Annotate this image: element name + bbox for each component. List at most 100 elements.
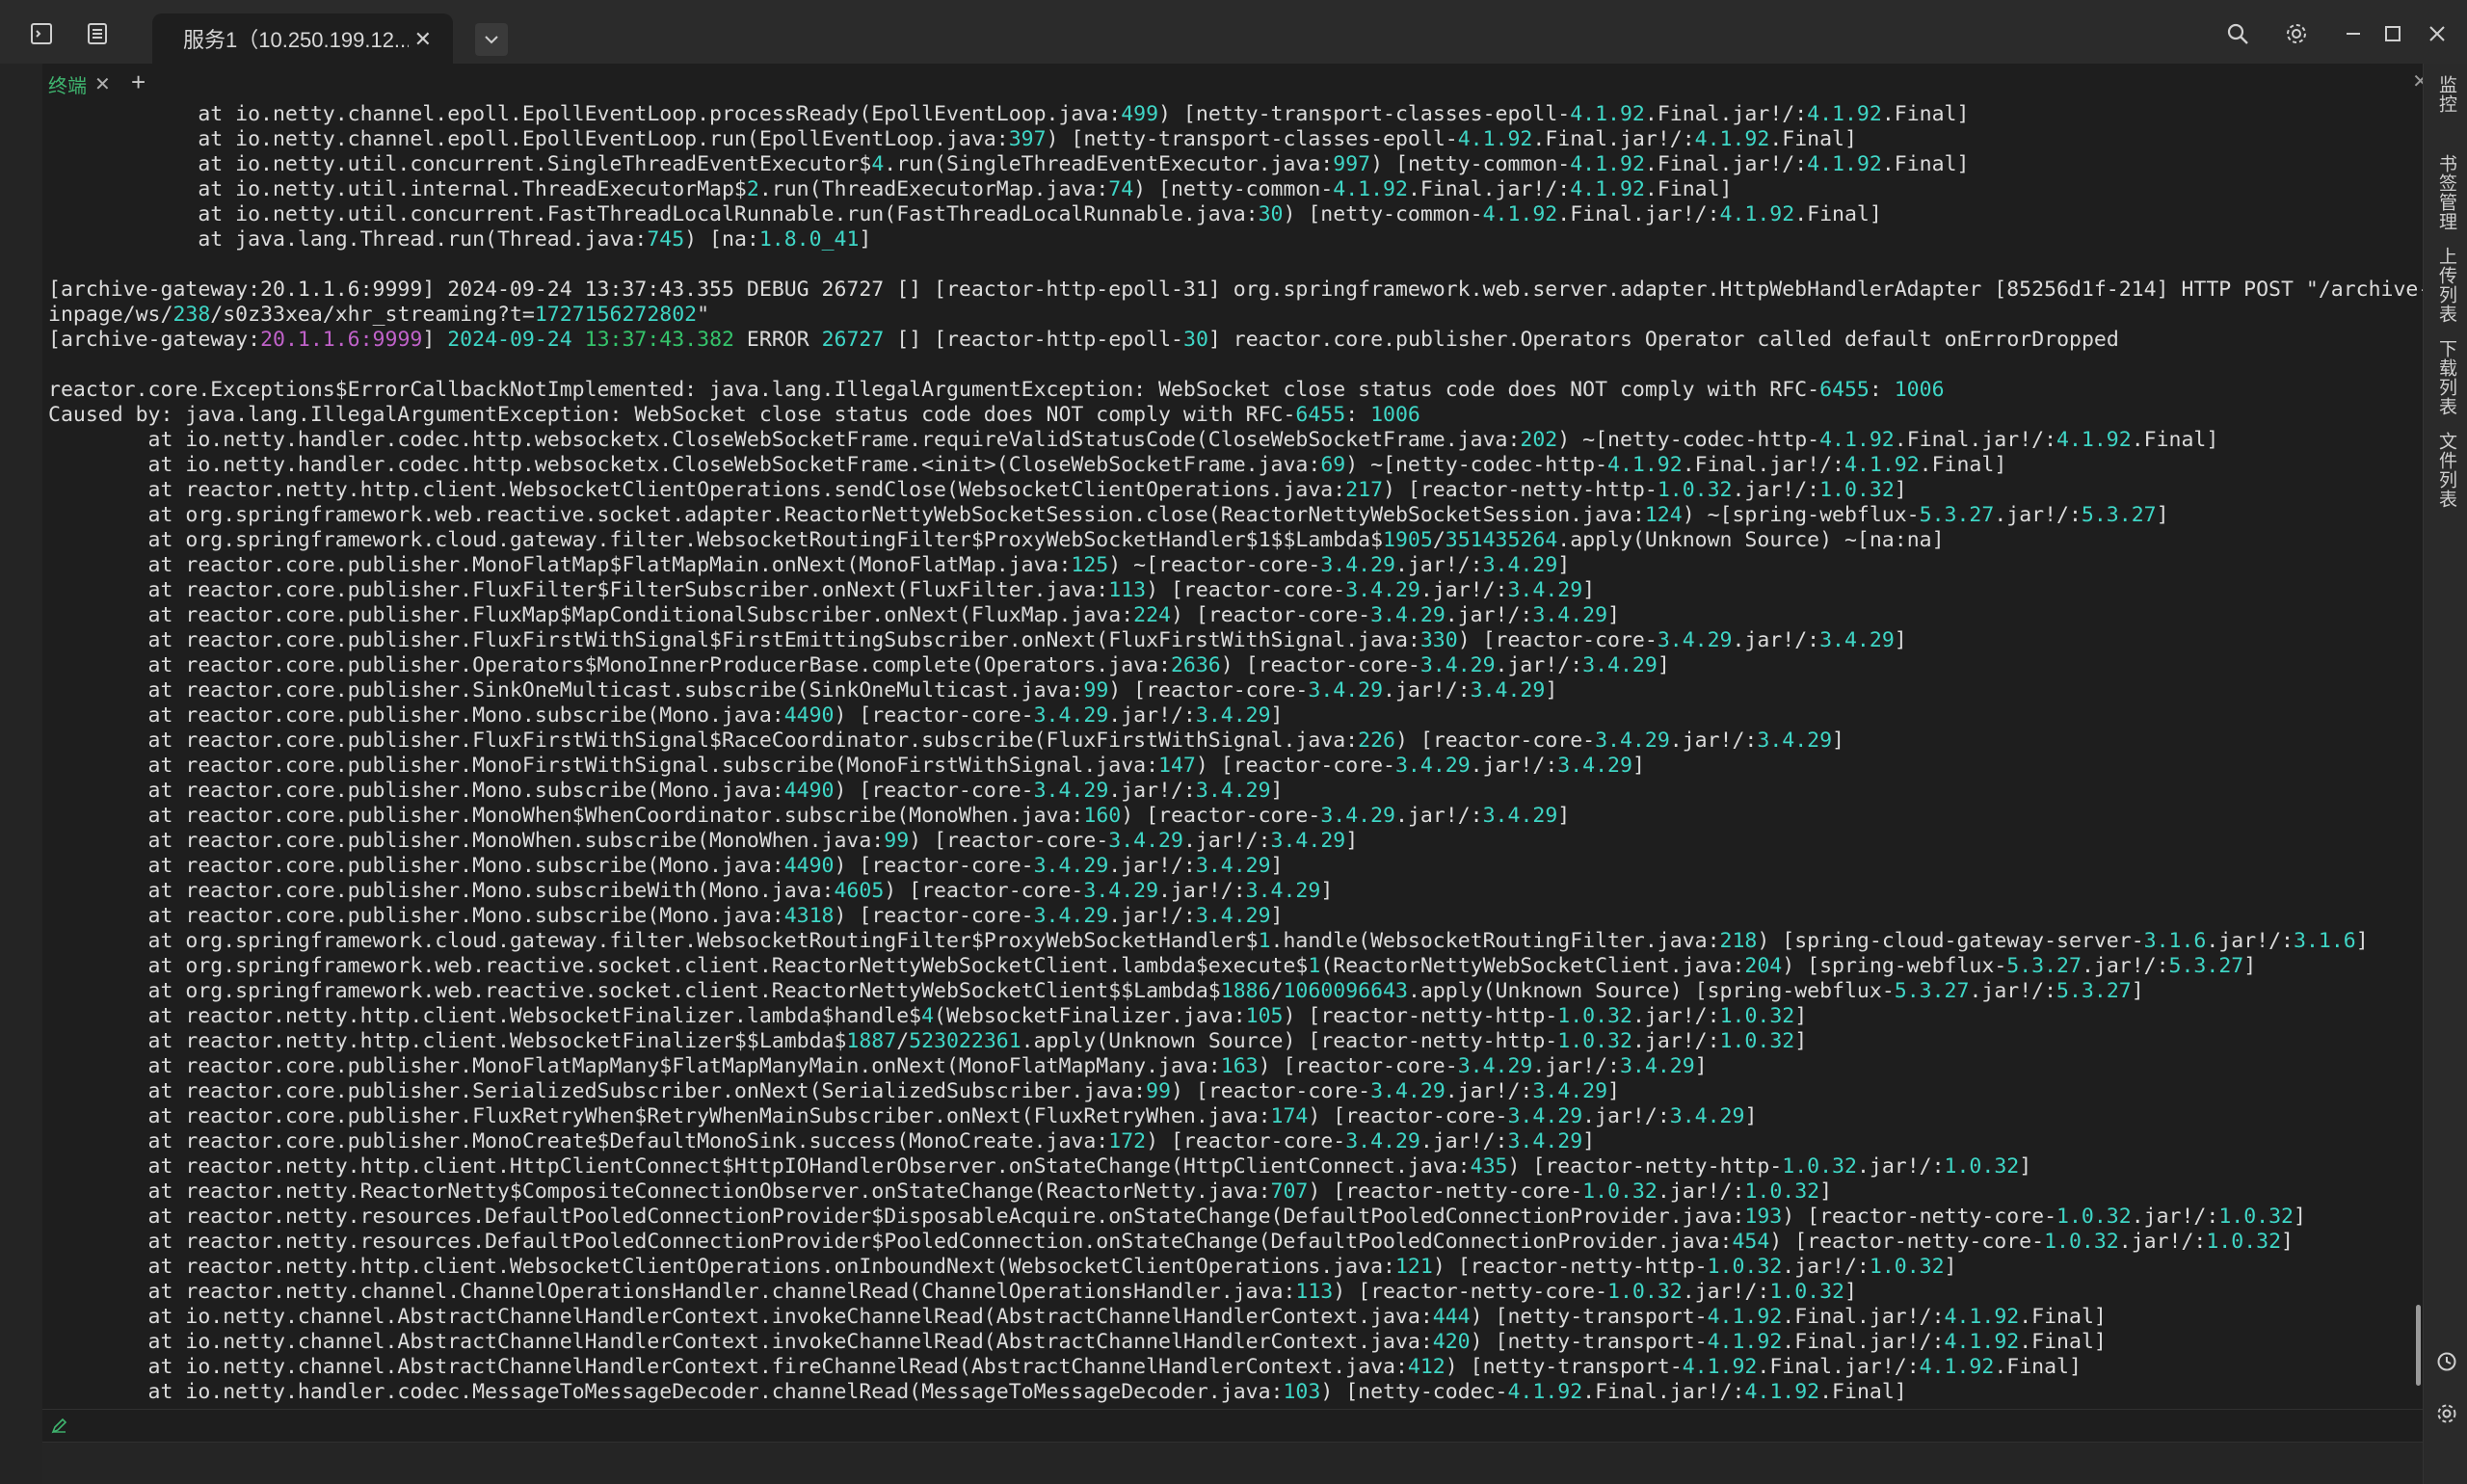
terminal-text: 1.0.32: [1707, 1255, 1783, 1279]
terminal-text: at org.springframework.cloud.gateway.fil…: [48, 528, 1384, 552]
terminal-text: at reactor.core.publisher.Mono.subscribe…: [48, 854, 784, 878]
terminal-text: at io.netty.handler.codec.http.websocket…: [48, 453, 1321, 477]
terminal-line: at reactor.core.publisher.SerializedSubs…: [42, 1079, 2423, 1104]
terminal-text: /: [1270, 979, 1284, 1003]
terminal-text: reactor.core.Exceptions$ErrorCallbackNot…: [48, 378, 1820, 402]
terminal-text: 1905: [1383, 528, 1433, 552]
command-input-line[interactable]: [42, 1409, 2423, 1442]
terminal-text: at reactor.core.publisher.MonoWhen$WhenC…: [48, 804, 1084, 828]
terminal-line: at reactor.core.publisher.Mono.subscribe…: [42, 854, 2423, 879]
terminal-text: ]: [1270, 904, 1284, 928]
session-tab-close-button[interactable]: ✕: [414, 27, 432, 52]
terminal-text: 3.4.29: [1345, 1129, 1420, 1153]
terminal-text: at io.netty.handler.codec.http.websocket…: [48, 428, 1521, 452]
add-tab-button[interactable]: +: [131, 67, 146, 97]
terminal-icon[interactable]: [29, 21, 54, 46]
terminal-text: ) [reactor-core-: [834, 703, 1034, 728]
terminal-text: ) ~[netty-codec-http-: [1345, 453, 1608, 477]
terminal-text: 3.4.29: [1245, 879, 1321, 903]
sidebar-item-monitor[interactable]: 监控: [2432, 75, 2459, 114]
terminal-text: :: [1345, 403, 1371, 427]
terminal-line: at reactor.netty.http.client.WebsocketCl…: [42, 1255, 2423, 1280]
terminal-text: 420: [1432, 1330, 1471, 1354]
terminal-text: at reactor.core.publisher.Operators$Mono…: [48, 653, 1171, 677]
terminal-text: .Final]: [1819, 1380, 1907, 1404]
terminal-text: 3.4.29: [1557, 754, 1632, 778]
terminal-output[interactable]: at io.netty.channel.epoll.EpollEventLoop…: [42, 102, 2423, 1409]
terminal-text: :: [1869, 378, 1895, 402]
session-tab[interactable]: 服务1（10.250.199.12... ✕: [152, 13, 453, 64]
terminal-text: ]: [1844, 1280, 1857, 1304]
terminal-text: at reactor.core.publisher.SerializedSubs…: [48, 1079, 1147, 1103]
terminal-text: 3.4.29: [1320, 553, 1395, 577]
terminal-text: 3.4.29: [1195, 779, 1271, 803]
terminal-text: 4.1.92: [1944, 1330, 2020, 1354]
terminal-text: at reactor.core.publisher.FluxRetryWhen$…: [48, 1104, 1271, 1128]
tab-terminal-close-button[interactable]: ✕: [94, 72, 111, 96]
terminal-line: at reactor.netty.channel.ChannelOperatio…: [42, 1280, 2423, 1305]
terminal-text: 3.4.29: [1195, 904, 1271, 928]
tab-terminal[interactable]: 终端 ✕: [48, 69, 111, 98]
sidebar-item-bookmarks[interactable]: 书签管理: [2432, 154, 2459, 231]
close-icon[interactable]: [2421, 17, 2454, 50]
tab-dropdown-button[interactable]: [475, 23, 508, 56]
terminal-text: 4.1.92: [1482, 202, 1558, 226]
terminal-text: at reactor.core.publisher.Mono.subscribe…: [48, 779, 784, 803]
terminal-text: 3.4.29: [1532, 1079, 1608, 1103]
terminal-text: at org.springframework.web.reactive.sock…: [48, 503, 1645, 527]
terminal-text: .jar!/:: [1657, 1179, 1745, 1204]
terminal-text: 5.3.27: [1894, 979, 1970, 1003]
maximize-icon[interactable]: [2376, 17, 2409, 50]
terminal-text: 1.0.32: [1719, 1029, 1795, 1053]
gear-icon[interactable]: [2280, 17, 2313, 50]
terminal-line: at io.netty.channel.AbstractChannelHandl…: [42, 1305, 2423, 1330]
sidebar-toggle-icon[interactable]: [85, 21, 110, 46]
sidebar-item-files[interactable]: 文件列表: [2432, 432, 2459, 509]
terminal-text: .jar!/:: [1856, 1154, 1945, 1179]
settings-icon[interactable]: [2434, 1401, 2459, 1426]
terminal-text: at reactor.netty.http.client.WebsocketFi…: [48, 1029, 847, 1053]
terminal-line: reactor.core.Exceptions$ErrorCallbackNot…: [42, 378, 2423, 403]
search-icon[interactable]: [2221, 17, 2254, 50]
terminal-text: 397: [1008, 127, 1047, 151]
minimize-icon[interactable]: [2337, 17, 2370, 50]
terminal-text: 103: [1283, 1380, 1321, 1404]
terminal-line: at io.netty.handler.codec.http.websocket…: [42, 453, 2423, 478]
terminal-line: at io.netty.util.internal.ThreadExecutor…: [42, 177, 2423, 202]
terminal-line: at io.netty.channel.AbstractChannelHandl…: [42, 1330, 2423, 1355]
terminal-text: .Final]: [2019, 1330, 2107, 1354]
sidebar-item-downloads[interactable]: 下载列表: [2432, 339, 2459, 416]
terminal-text: [archive-gateway:: [48, 328, 261, 352]
terminal-text: 1.0.32: [1944, 1154, 2020, 1179]
terminal-text: at java.lang.Thread.run(Thread.java:: [48, 227, 648, 252]
terminal-text: 330: [1419, 628, 1458, 652]
terminal-text: ) [reactor-core-: [1170, 603, 1371, 627]
terminal-text: 3.4.29: [1470, 678, 1546, 702]
history-icon[interactable]: [2434, 1349, 2459, 1374]
terminal-text: at reactor.core.publisher.Mono.subscribe…: [48, 904, 784, 928]
terminal-text: ] reactor.core.publisher.Operators Opera…: [1207, 328, 2119, 352]
terminal-text: 4.1.92: [1944, 1305, 2020, 1329]
terminal-text: .apply(Unknown Source) ~[na:na]: [1557, 528, 1945, 552]
terminal-text: Caused by: java.lang.IllegalArgumentExce…: [48, 403, 1296, 427]
terminal-text: at reactor.netty.http.client.WebsocketCl…: [48, 1255, 1395, 1279]
terminal-line: at io.netty.handler.codec.http.websocket…: [42, 428, 2423, 453]
terminal-text: 3.4.29: [1370, 1079, 1446, 1103]
terminal-text: 1.0.32: [1819, 478, 1895, 502]
terminal-text: 3.4.29: [1394, 754, 1471, 778]
terminal-text: 113: [1295, 1280, 1334, 1304]
terminal-scrollbar[interactable]: [2416, 1305, 2421, 1386]
terminal-text: at reactor.core.publisher.MonoFlatMapMan…: [48, 1054, 1221, 1078]
terminal-text: ) [reactor-core-: [1170, 1079, 1371, 1103]
terminal-text: .jar!/:: [2081, 954, 2169, 978]
terminal-text: ]: [1694, 1054, 1708, 1078]
terminal-text: 3.4.29: [1507, 1129, 1583, 1153]
sidebar-item-uploads[interactable]: 上传列表: [2432, 247, 2459, 324]
terminal-text: 4.1.92: [1819, 428, 1895, 452]
terminal-line: at reactor.netty.resources.DefaultPooled…: [42, 1230, 2423, 1255]
terminal-text: ]: [1832, 729, 1844, 753]
right-sidebar: 监控 书签管理 上传列表 下载列表 文件列表: [2423, 64, 2467, 1484]
terminal-text: 3.4.29: [1195, 703, 1271, 728]
terminal-text: .jar!/:: [1445, 1079, 1533, 1103]
